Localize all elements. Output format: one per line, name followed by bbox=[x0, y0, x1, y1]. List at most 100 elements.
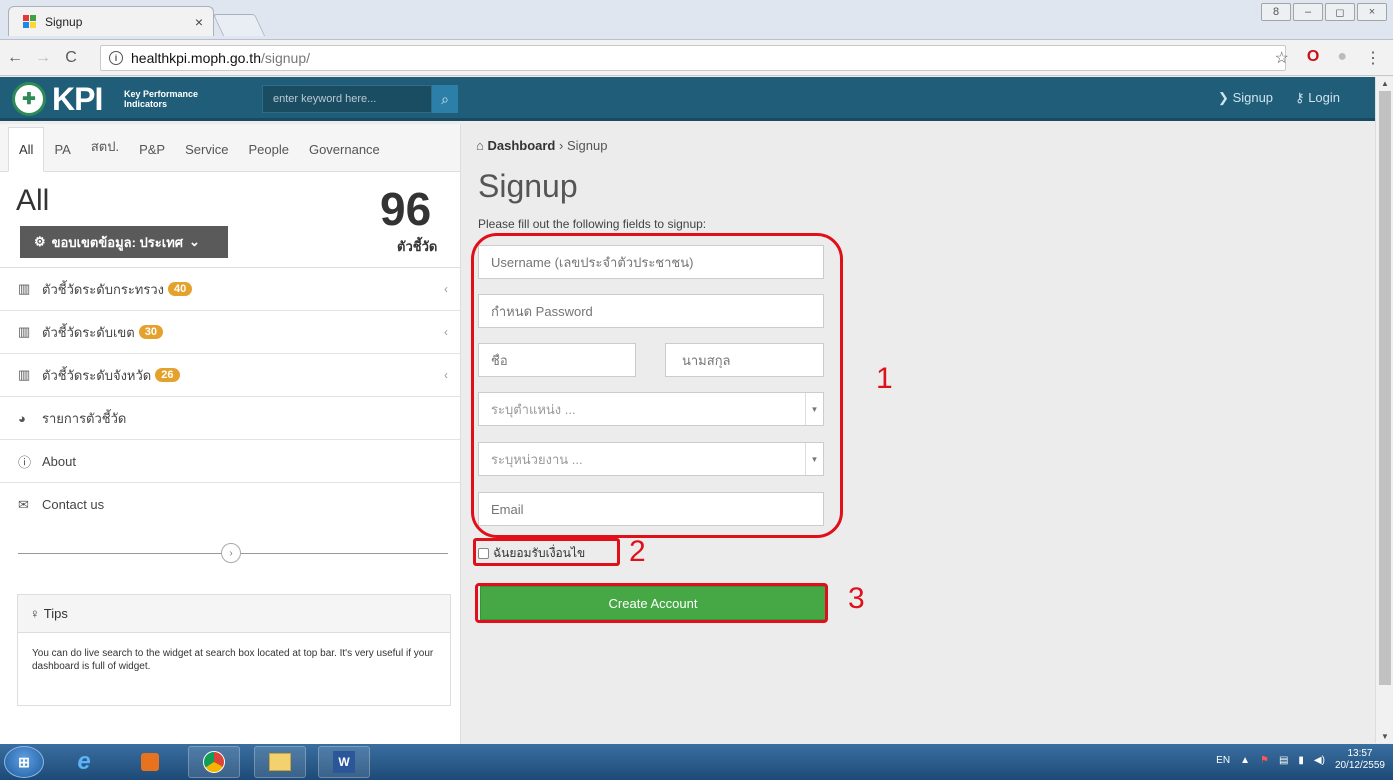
kpi-count: 96 bbox=[380, 183, 432, 235]
menu-item-region-kpi[interactable]: ▥ ตัวชี้วัดระดับเขต 30 ‹ bbox=[0, 311, 460, 354]
tab-governance[interactable]: Governance bbox=[299, 142, 390, 171]
url-path: /signup/ bbox=[260, 50, 311, 66]
file-explorer-icon[interactable] bbox=[254, 746, 306, 778]
main-content: ⌂ Dashboard › Signup Signup Please fill … bbox=[462, 124, 1374, 744]
bar-chart-icon: ▥ bbox=[18, 324, 31, 339]
chevron-left-icon: ‹ bbox=[444, 368, 448, 382]
extension-icon[interactable]: ● bbox=[1337, 48, 1347, 68]
sidebar-collapse-row: › bbox=[0, 526, 460, 576]
menu-item-province-kpi[interactable]: ▥ ตัวชี้วัดระดับจังหวัด 26 ‹ bbox=[0, 354, 460, 397]
logo-text[interactable]: KPI bbox=[52, 81, 103, 117]
tab-sorpor[interactable]: สตป. bbox=[81, 136, 129, 171]
network-icon[interactable]: ▤ bbox=[1279, 755, 1288, 766]
scope-dropdown-button[interactable]: ⚙ ขอบเขตข้อมูล: ประเทศ ⌄ bbox=[20, 226, 228, 258]
lightbulb-icon: ♀ bbox=[30, 606, 40, 621]
signal-icon[interactable]: ▮ bbox=[1298, 755, 1304, 766]
url-host: healthkpi.moph.go.th bbox=[131, 50, 261, 66]
address-bar[interactable]: i healthkpi.moph.go.th/signup/ bbox=[100, 45, 1286, 71]
scope-button-label: ขอบเขตข้อมูล: ประเทศ bbox=[51, 234, 184, 250]
menu-item-label: ตัวชี้วัดระดับจังหวัด bbox=[42, 367, 152, 383]
menu-item-label: ตัวชี้วัดระดับกระทรวง bbox=[42, 281, 165, 297]
annotation-box-2 bbox=[473, 538, 620, 566]
menu-item-label: Contact us bbox=[42, 497, 105, 512]
site-search-input[interactable]: enter keyword here... bbox=[262, 85, 432, 113]
tab-pp[interactable]: P&P bbox=[129, 142, 175, 171]
browser-toolbar: ← → C i healthkpi.moph.go.th/signup/ ☆ O… bbox=[0, 40, 1393, 76]
bookmark-star-icon[interactable]: ☆ bbox=[1275, 48, 1289, 68]
info-icon: ⓘ bbox=[18, 454, 32, 470]
browser-tab[interactable]: Signup × bbox=[8, 6, 214, 36]
tab-people[interactable]: People bbox=[238, 142, 298, 171]
count-badge: 40 bbox=[168, 282, 193, 296]
bar-chart-icon: ▥ bbox=[18, 367, 31, 382]
close-window-button[interactable]: × bbox=[1357, 3, 1387, 21]
scroll-down-arrow-icon[interactable]: ▼ bbox=[1381, 732, 1389, 741]
chrome-icon[interactable] bbox=[188, 746, 240, 778]
chevron-left-icon: ‹ bbox=[444, 325, 448, 339]
login-link[interactable]: ⚷ Login bbox=[1295, 90, 1340, 106]
tray-expand-icon[interactable]: ▲ bbox=[1240, 755, 1250, 766]
maximize-button[interactable]: ◻ bbox=[1325, 3, 1355, 21]
breadcrumb: ⌂ Dashboard › Signup bbox=[476, 138, 607, 153]
breadcrumb-separator: › bbox=[559, 138, 567, 153]
tab-close-icon[interactable]: × bbox=[195, 14, 203, 30]
tips-header: ♀ Tips bbox=[18, 595, 450, 633]
sidebar-toggle-icon[interactable]: › bbox=[221, 543, 241, 563]
bar-chart-icon: ▥ bbox=[18, 281, 31, 296]
annotation-box-3 bbox=[475, 583, 828, 623]
start-button[interactable]: ⊞ bbox=[4, 746, 44, 778]
logo-subtitle: Key Performance Indicators bbox=[124, 89, 198, 109]
clock-date: 20/12/2559 bbox=[1334, 760, 1385, 771]
logo-subtitle-line1: Key Performance bbox=[124, 89, 199, 99]
form-instructions: Please fill out the following fields to … bbox=[478, 217, 707, 231]
system-tray: EN ▲ ⚑ ▤ ▮ ◀) 13:57 20/12/2559 bbox=[1216, 748, 1385, 772]
annotation-number-3: 3 bbox=[848, 582, 865, 615]
annotation-number-2: 2 bbox=[629, 535, 646, 568]
kpi-count-unit: ตัวชี้วัด bbox=[397, 239, 438, 254]
breadcrumb-current: Signup bbox=[566, 138, 608, 153]
tab-title: Signup bbox=[45, 14, 83, 29]
menu-item-ministry-kpi[interactable]: ▥ ตัวชี้วัดระดับกระทรวง 40 ‹ bbox=[0, 268, 460, 311]
menu-item-about[interactable]: ⓘ About bbox=[0, 440, 460, 483]
language-indicator[interactable]: EN bbox=[1216, 755, 1230, 766]
action-center-icon[interactable]: ⚑ bbox=[1260, 755, 1269, 766]
new-tab-button[interactable] bbox=[212, 14, 266, 36]
back-arrow-icon[interactable]: ← bbox=[2, 45, 28, 71]
minimize-button[interactable]: – bbox=[1293, 3, 1323, 21]
search-icon[interactable]: ⌕ bbox=[432, 85, 458, 113]
internet-explorer-icon[interactable]: e bbox=[58, 746, 110, 778]
signup-icon: ❯ bbox=[1218, 90, 1233, 105]
signup-link[interactable]: ❯ Signup bbox=[1218, 90, 1273, 106]
chevron-down-icon: ⌄ bbox=[189, 234, 200, 249]
volume-icon[interactable]: ◀) bbox=[1314, 755, 1325, 766]
word-icon[interactable]: W bbox=[318, 746, 370, 778]
tips-body: You can do live search to the widget at … bbox=[32, 648, 434, 672]
tab-service[interactable]: Service bbox=[175, 142, 238, 171]
login-link-label: Login bbox=[1308, 90, 1340, 105]
menu-dots-icon[interactable]: ⋮ bbox=[1365, 48, 1381, 68]
tab-all[interactable]: All bbox=[8, 127, 45, 172]
menu-item-contact[interactable]: ✉ Contact us bbox=[0, 483, 460, 526]
annotation-number-1: 1 bbox=[876, 362, 893, 395]
count-badge: 30 bbox=[138, 325, 163, 339]
user-icon[interactable]: 8 bbox=[1261, 3, 1291, 21]
clock[interactable]: 13:57 20/12/2559 bbox=[1335, 748, 1385, 772]
page-title: Signup bbox=[478, 168, 578, 204]
category-tabs: All PA สตป. P&P Service People Governanc… bbox=[0, 124, 460, 172]
info-icon[interactable]: i bbox=[109, 51, 123, 65]
opera-extension-icon[interactable]: O bbox=[1307, 48, 1319, 68]
tab-pa[interactable]: PA bbox=[44, 142, 80, 171]
breadcrumb-home[interactable]: Dashboard bbox=[487, 138, 555, 153]
reload-icon[interactable]: C bbox=[58, 45, 84, 71]
summary-title: All bbox=[16, 184, 50, 217]
page-scrollbar[interactable]: ▲ ▼ bbox=[1375, 77, 1393, 743]
scrollbar-thumb[interactable] bbox=[1379, 91, 1391, 685]
media-player-icon[interactable] bbox=[124, 746, 176, 778]
kpi-summary: All 96 ตัวชี้วัด ⚙ ขอบเขตข้อมูล: ประเทศ … bbox=[0, 172, 460, 268]
window-controls: 8 – ◻ × bbox=[1261, 3, 1387, 21]
scroll-up-arrow-icon[interactable]: ▲ bbox=[1381, 79, 1389, 88]
forward-arrow-icon[interactable]: → bbox=[30, 45, 56, 71]
menu-item-kpi-list[interactable]: ◕ รายการตัวชี้วัด bbox=[0, 397, 460, 440]
home-icon: ⌂ bbox=[476, 138, 488, 153]
envelope-icon: ✉ bbox=[18, 496, 29, 512]
